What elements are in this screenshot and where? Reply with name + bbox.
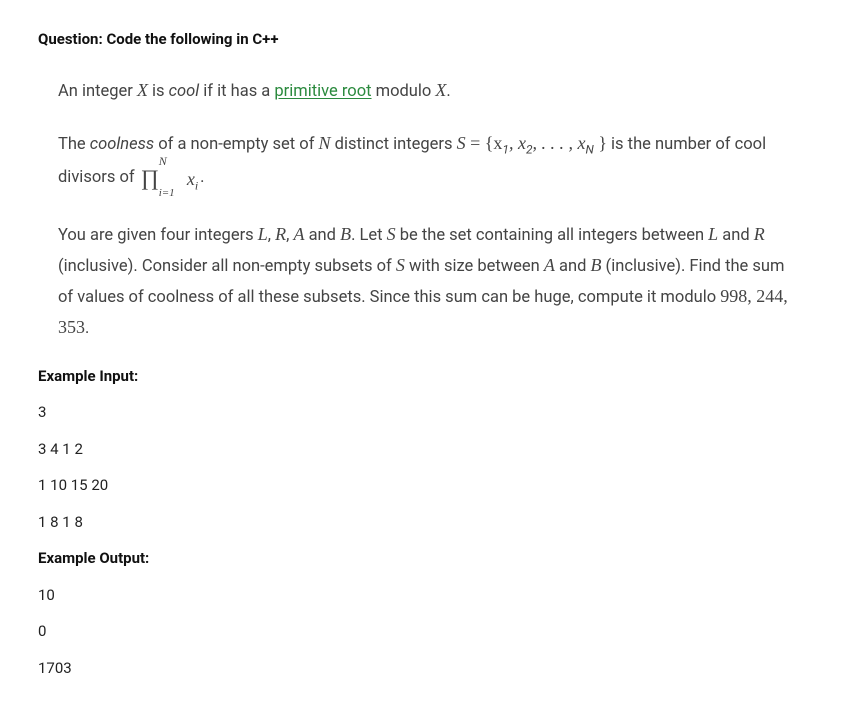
output-line: 1703 xyxy=(38,657,817,680)
question-text: Code the following in C++ xyxy=(106,30,278,48)
math-s: S xyxy=(457,133,466,153)
math-l: L xyxy=(708,224,718,244)
math-l: L xyxy=(258,224,268,244)
example-output-header: Example Output: xyxy=(38,547,817,570)
paragraph-3: You are given four integers L, R, A and … xyxy=(58,219,797,343)
text: . xyxy=(200,168,204,187)
math-n: N xyxy=(319,133,331,153)
italic-coolness: coolness xyxy=(90,135,154,154)
text: be the set containing all integers betwe… xyxy=(396,226,709,245)
text: if it has a xyxy=(199,82,274,101)
math-r: R xyxy=(754,224,765,244)
text: (inclusive). Consider all non-empty subs… xyxy=(58,257,396,276)
product-symbol: ∏Ni=1xi xyxy=(141,159,198,196)
math-a: A xyxy=(293,224,304,244)
product-sup: N xyxy=(159,151,167,171)
math-b: B xyxy=(340,224,351,244)
product-sub: i=1 xyxy=(159,184,175,203)
input-line: 1 8 1 8 xyxy=(38,511,817,534)
math-a: A xyxy=(544,255,555,275)
text: and xyxy=(304,226,340,245)
question-header: Question: Code the following in C++ xyxy=(38,28,817,51)
output-line: 0 xyxy=(38,620,817,643)
text: An integer xyxy=(58,82,137,101)
primitive-root-link[interactable]: primitive root xyxy=(274,82,371,101)
math-x: X xyxy=(137,80,148,100)
math-sub: N xyxy=(586,142,594,156)
math-sub: i xyxy=(195,179,198,193)
text: of a non-empty set of xyxy=(154,135,318,154)
text: distinct integers xyxy=(331,135,457,154)
input-line: 3 xyxy=(38,401,817,424)
question-label: Question: xyxy=(38,30,103,48)
italic-cool: cool xyxy=(169,82,200,101)
output-line: 10 xyxy=(38,584,817,607)
math-x: X xyxy=(435,80,446,100)
math: , x xyxy=(509,133,526,153)
text: . Let xyxy=(351,226,387,245)
math-setopen: {x xyxy=(485,133,503,153)
problem-body: An integer X is cool if it has a primiti… xyxy=(38,75,817,343)
example-input-header: Example Input: xyxy=(38,365,817,388)
text: is xyxy=(148,82,169,101)
text: with size between xyxy=(405,257,544,276)
math-r: R xyxy=(275,224,286,244)
text: The xyxy=(58,135,90,154)
pi-op: ∏ xyxy=(141,165,159,190)
text: You are given four integers xyxy=(58,226,258,245)
text: and xyxy=(555,257,591,276)
math-eq: = xyxy=(466,133,485,153)
text: . xyxy=(446,82,450,101)
math-b: B xyxy=(590,255,601,275)
math-s: S xyxy=(396,255,405,275)
text: and xyxy=(718,226,754,245)
paragraph-2: The coolness of a non-empty set of N dis… xyxy=(58,128,797,197)
math-s: S xyxy=(387,224,396,244)
paragraph-1: An integer X is cool if it has a primiti… xyxy=(58,75,797,106)
text: modulo xyxy=(372,82,436,101)
math-setclose: } xyxy=(594,133,607,153)
input-line: 3 4 1 2 xyxy=(38,438,817,461)
math: x xyxy=(187,169,195,189)
math: , . . . , x xyxy=(533,133,586,153)
text: . xyxy=(85,319,89,338)
input-line: 1 10 15 20 xyxy=(38,474,817,497)
